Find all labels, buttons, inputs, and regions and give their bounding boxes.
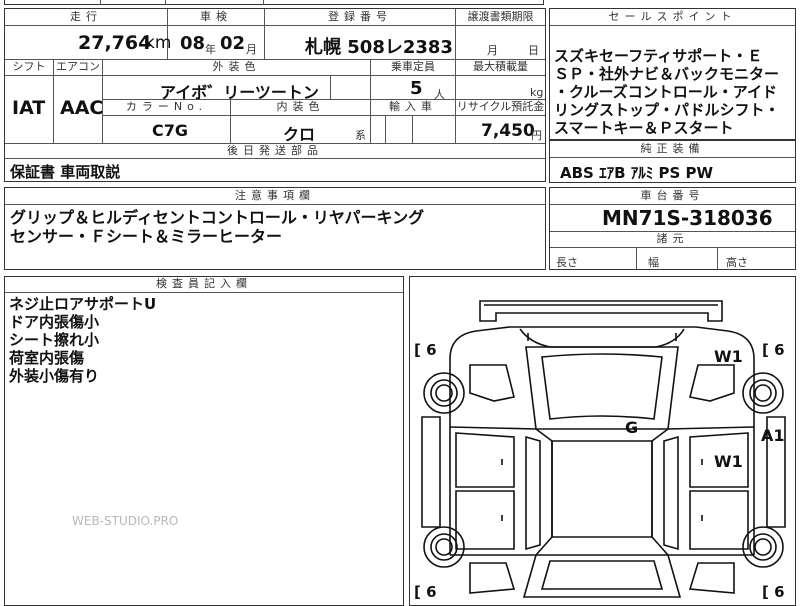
inspection-year-unit: 年 [205, 43, 216, 56]
interior-color-suffix: 系 [355, 129, 366, 142]
dimension-width-label: 幅 [648, 256, 659, 269]
interior-color-header: 内装色 [276, 100, 325, 113]
standard-equipment-header: 純正装備 [640, 142, 705, 155]
inspector-notes-text: ネジ止ロアサポートU ドア内張傷小 シート擦れ小 荷室内張傷 外装小傷有り [9, 295, 156, 385]
inspection-month: 02 [220, 33, 246, 54]
color-no-value: C7G [152, 121, 189, 140]
damage-mark-a1: A1 [761, 426, 785, 445]
inspector-note-line: 荷室内張傷 [9, 349, 85, 367]
capacity-value: 5 [410, 78, 423, 99]
cautions-text: グリップ＆ヒルディセントコントロール・リヤパーキング センサー・Ｆシート＆ミラー… [10, 208, 424, 246]
damage-mark-w1-front: W1 [714, 347, 743, 366]
max-load-header: 最大積載量 [473, 60, 528, 73]
recycle-value: 7,450 [481, 121, 535, 141]
standard-equipment-value: ABS ｴｱB ｱﾙﾐ PS PW [560, 164, 714, 182]
inspector-notes-header: 検査員記入欄 [156, 277, 252, 290]
inspection-month-unit: 月 [246, 43, 257, 56]
sales-point-line: ・クルーズコントロール・アイド [554, 83, 778, 101]
later-parts-header: 後日発送部品 [227, 144, 323, 157]
max-load-unit: kg [530, 86, 544, 99]
car-diagram-box: [ 6 [ 6 [ 6 [ 6 G W1 A1 W1 [409, 276, 796, 606]
watermark: WEB-STUDIO.PRO [72, 514, 179, 528]
chassis-header: 車台番号 [640, 189, 705, 202]
inspector-note-line: ネジ止ロアサポートU [9, 295, 157, 313]
sales-points-header: セールスポイント [608, 10, 737, 23]
dimensions-header: 諸元 [656, 232, 689, 245]
shift-value: IAT [12, 97, 46, 119]
tire-tread-rear-right: [ 6 [762, 583, 785, 601]
dimension-length-label: 長さ [556, 256, 578, 269]
dimension-height-label: 高さ [726, 256, 748, 269]
mileage-unit: km [145, 33, 172, 53]
sales-point-line: スマートキー＆Ｐスタート [554, 119, 734, 137]
aircon-header: エアコン [56, 60, 100, 73]
chassis-number: MN71S-318036 [602, 206, 773, 230]
sales-points-text: スズキセーフティサポート・Ｅ ＳＰ・社外ナビ＆バックモニター ・クルーズコントロ… [554, 47, 779, 137]
damage-mark-g: G [625, 418, 639, 437]
sales-point-line: スズキセーフティサポート・Ｅ [554, 47, 763, 65]
sales-point-line: ＳＰ・社外ナビ＆バックモニター [554, 65, 780, 83]
recycle-unit: 円 [531, 129, 542, 142]
color-no-header: カラーNo. [125, 100, 208, 113]
mileage-header: 走行 [70, 10, 102, 23]
registration-number: 札幌 508レ2383 [305, 37, 453, 58]
top-strip [4, 0, 544, 5]
transfer-day-unit: 日 [528, 44, 539, 57]
sales-point-line: リングストップ・パドルシフト・ [554, 101, 780, 119]
caution-line: グリップ＆ヒルディセントコントロール・リヤパーキング [10, 208, 425, 227]
shift-header: シフト [12, 60, 46, 73]
inspection-year: 08 [180, 33, 206, 54]
inspector-note-line: ドア内張傷小 [9, 313, 100, 331]
exterior-color-header: 外装色 [212, 60, 261, 73]
recycle-header: リサイクル預託金 [456, 100, 545, 113]
transfer-deadline-header: 譲渡書類期限 [467, 10, 534, 23]
tire-tread-rear-left: [ 6 [414, 583, 437, 601]
mileage-value: 27,764 [78, 32, 152, 54]
inspection-header: 車検 [200, 10, 232, 23]
transfer-month-unit: 月 [487, 44, 498, 57]
aircon-value: AAC [60, 97, 104, 119]
inspector-note-line: 外装小傷有り [9, 367, 100, 385]
car-outline-diagram [421, 300, 786, 598]
capacity-header: 乗車定員 [391, 60, 435, 73]
tire-tread-front-right: [ 6 [762, 341, 785, 359]
damage-mark-w1-door: W1 [714, 452, 743, 471]
caution-line: センサー・Ｆシート＆ミラーヒーター [10, 227, 283, 246]
interior-color-value: クロ [283, 125, 316, 144]
inspector-note-line: シート擦れ小 [9, 331, 100, 349]
import-header: 輸入車 [389, 100, 437, 113]
tire-tread-front-left: [ 6 [414, 341, 437, 359]
later-parts-value: 保証書 車両取説 [10, 163, 121, 181]
registration-header: 登録番号 [328, 10, 392, 23]
cautions-header: 注意事項欄 [235, 189, 315, 202]
